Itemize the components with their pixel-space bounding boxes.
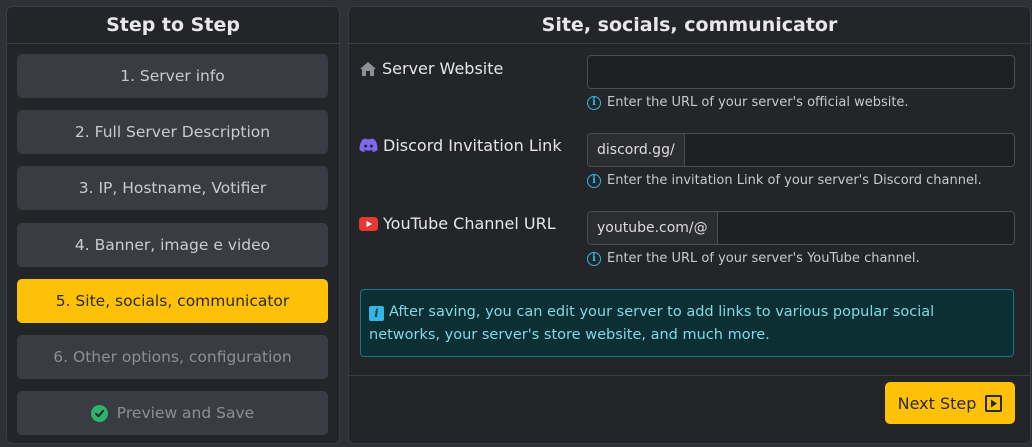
form-panel: Site, socials, communicator Server Websi… (348, 6, 1031, 444)
youtube-icon (359, 216, 378, 231)
footer-divider (349, 375, 1030, 376)
youtube-hint-text: Enter the URL of your server's YouTube c… (607, 251, 920, 266)
step-label: 6. Other options, configuration (53, 348, 292, 366)
info-square-icon: i (369, 306, 384, 321)
alert-text: After saving, you can edit your server t… (369, 304, 935, 343)
next-step-button[interactable]: Next Step (885, 382, 1015, 424)
step-preview-save[interactable]: Preview and Save (17, 391, 328, 435)
website-label-text: Server Website (382, 59, 504, 78)
youtube-input-group: youtube.com/@ (587, 211, 1015, 245)
discord-icon (359, 138, 378, 153)
info-alert: i After saving, you can edit your server … (360, 289, 1014, 357)
discord-label-text: Discord Invitation Link (383, 136, 562, 155)
check-circle-icon (90, 404, 108, 422)
info-icon: i (587, 95, 601, 110)
youtube-prefix: youtube.com/@ (588, 212, 718, 244)
discord-prefix: discord.gg/ (588, 134, 685, 166)
steps-panel: Step to Step 1. Server info 2. Full Serv… (6, 6, 340, 444)
discord-hint: i Enter the invitation Link of your serv… (587, 173, 982, 188)
discord-input-group: discord.gg/ (587, 133, 1015, 167)
step-label: 4. Banner, image e video (74, 236, 271, 254)
info-icon: i (587, 173, 601, 188)
next-step-label: Next Step (897, 393, 977, 413)
youtube-input[interactable] (717, 212, 1014, 244)
play-icon (985, 394, 1003, 412)
step-full-description[interactable]: 2. Full Server Description (17, 110, 328, 154)
step-ip-hostname[interactable]: 3. IP, Hostname, Votifier (17, 166, 328, 210)
website-hint: i Enter the URL of your server's officia… (587, 95, 909, 110)
steps-title: Step to Step (7, 7, 339, 44)
home-icon (359, 61, 377, 77)
website-input-group (587, 55, 1015, 89)
youtube-hint: i Enter the URL of your server's YouTube… (587, 251, 920, 266)
website-label: Server Website (359, 59, 503, 78)
step-banner-image[interactable]: 4. Banner, image e video (17, 223, 328, 267)
discord-input[interactable] (684, 134, 1014, 166)
page-title: Site, socials, communicator (349, 7, 1030, 44)
step-label: 1. Server info (120, 67, 225, 85)
discord-hint-text: Enter the invitation Link of your server… (607, 173, 982, 188)
step-label: 3. IP, Hostname, Votifier (78, 179, 267, 197)
step-site-socials[interactable]: 5. Site, socials, communicator (17, 279, 328, 323)
step-label: 2. Full Server Description (74, 123, 271, 141)
step-label: 5. Site, socials, communicator (55, 292, 290, 310)
step-label: Preview and Save (116, 404, 255, 422)
discord-label: Discord Invitation Link (359, 136, 562, 155)
website-input[interactable] (588, 56, 1014, 88)
website-hint-text: Enter the URL of your server's official … (607, 95, 909, 110)
step-other-options[interactable]: 6. Other options, configuration (17, 335, 328, 379)
youtube-label-text: YouTube Channel URL (383, 214, 556, 233)
info-icon: i (587, 251, 601, 266)
youtube-label: YouTube Channel URL (359, 214, 556, 233)
step-server-info[interactable]: 1. Server info (17, 54, 328, 98)
